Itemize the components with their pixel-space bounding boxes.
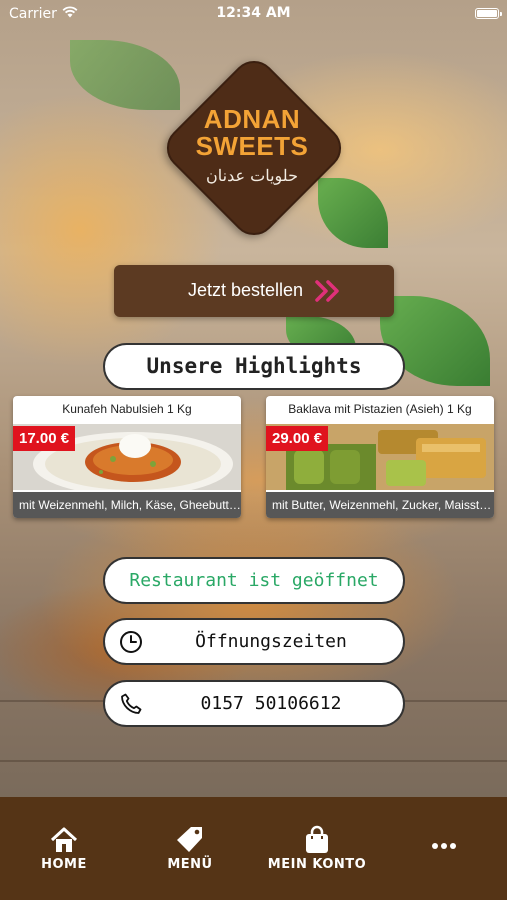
phone-icon — [121, 693, 142, 714]
price-badge: 17.00 € — [13, 426, 76, 451]
status-time: 12:34 AM — [216, 5, 291, 21]
double-chevron-right-icon — [315, 280, 339, 302]
phone-button[interactable]: 0157 50106612 — [103, 680, 405, 727]
logo-line-1: ADNAN — [203, 104, 301, 134]
highlights-heading: Unsere Highlights — [103, 343, 405, 390]
highlight-card-kunafeh[interactable]: Kunafeh Nabulsieh 1 Kg 17.00 € mit Weize… — [13, 396, 241, 518]
home-icon — [50, 827, 78, 852]
card-title: Baklava mit Pistazien (Asieh) 1 Kg — [288, 402, 472, 416]
card-description: mit Weizenmehl, Milch, Käse, Gheebutter.… — [13, 492, 241, 518]
tab-account[interactable]: MEIN KONTO — [257, 797, 377, 900]
logo-line-2: SWEETS — [195, 131, 309, 161]
opening-hours-button[interactable]: Öffnungszeiten — [103, 618, 405, 665]
shopping-bag-icon — [306, 825, 328, 853]
mint-leaf-decoration — [70, 40, 180, 110]
tab-more[interactable] — [404, 797, 484, 900]
opening-hours-label: Öffnungszeiten — [195, 631, 347, 652]
highlight-card-baklava[interactable]: Baklava mit Pistazien (Asieh) 1 Kg 29.00… — [266, 396, 494, 518]
logo-title: ADNAN SWEETS — [174, 106, 330, 160]
background-wood-line — [0, 760, 507, 762]
card-title: Kunafeh Nabulsieh 1 Kg — [62, 402, 192, 416]
tab-home[interactable]: HOME — [14, 797, 114, 900]
order-now-label: Jetzt bestellen — [188, 280, 304, 300]
order-now-button[interactable]: Jetzt bestellen — [114, 265, 394, 317]
tab-menu-label: MENÜ — [167, 857, 213, 872]
tab-menu[interactable]: MENÜ — [140, 797, 240, 900]
brand-logo: ADNAN SWEETS حلويات عدنان — [157, 51, 351, 245]
restaurant-status-button[interactable]: Restaurant ist geöffnet — [103, 557, 405, 604]
app-screen: Carrier 12:34 AM ADNAN SWEETS حلويات عدن… — [0, 0, 507, 900]
phone-number: 0157 50106612 — [200, 693, 342, 714]
tab-home-label: HOME — [41, 857, 87, 872]
more-dots-icon — [432, 843, 456, 849]
card-description: mit Butter, Weizenmehl, Zucker, Maisstär… — [266, 492, 494, 518]
status-bar: Carrier 12:34 AM — [0, 0, 507, 28]
bottom-tab-bar: HOME MENÜ MEIN KONTO — [0, 797, 507, 900]
clock-icon — [120, 631, 142, 653]
tab-account-label: MEIN KONTO — [267, 857, 367, 872]
battery-icon — [475, 8, 502, 19]
price-tag-icon — [177, 827, 202, 852]
price-badge: 29.00 € — [266, 426, 329, 451]
logo-arabic: حلويات عدنان — [206, 166, 298, 185]
restaurant-status-label: Restaurant ist geöffnet — [129, 570, 379, 591]
highlights-heading-label: Unsere Highlights — [146, 354, 362, 378]
